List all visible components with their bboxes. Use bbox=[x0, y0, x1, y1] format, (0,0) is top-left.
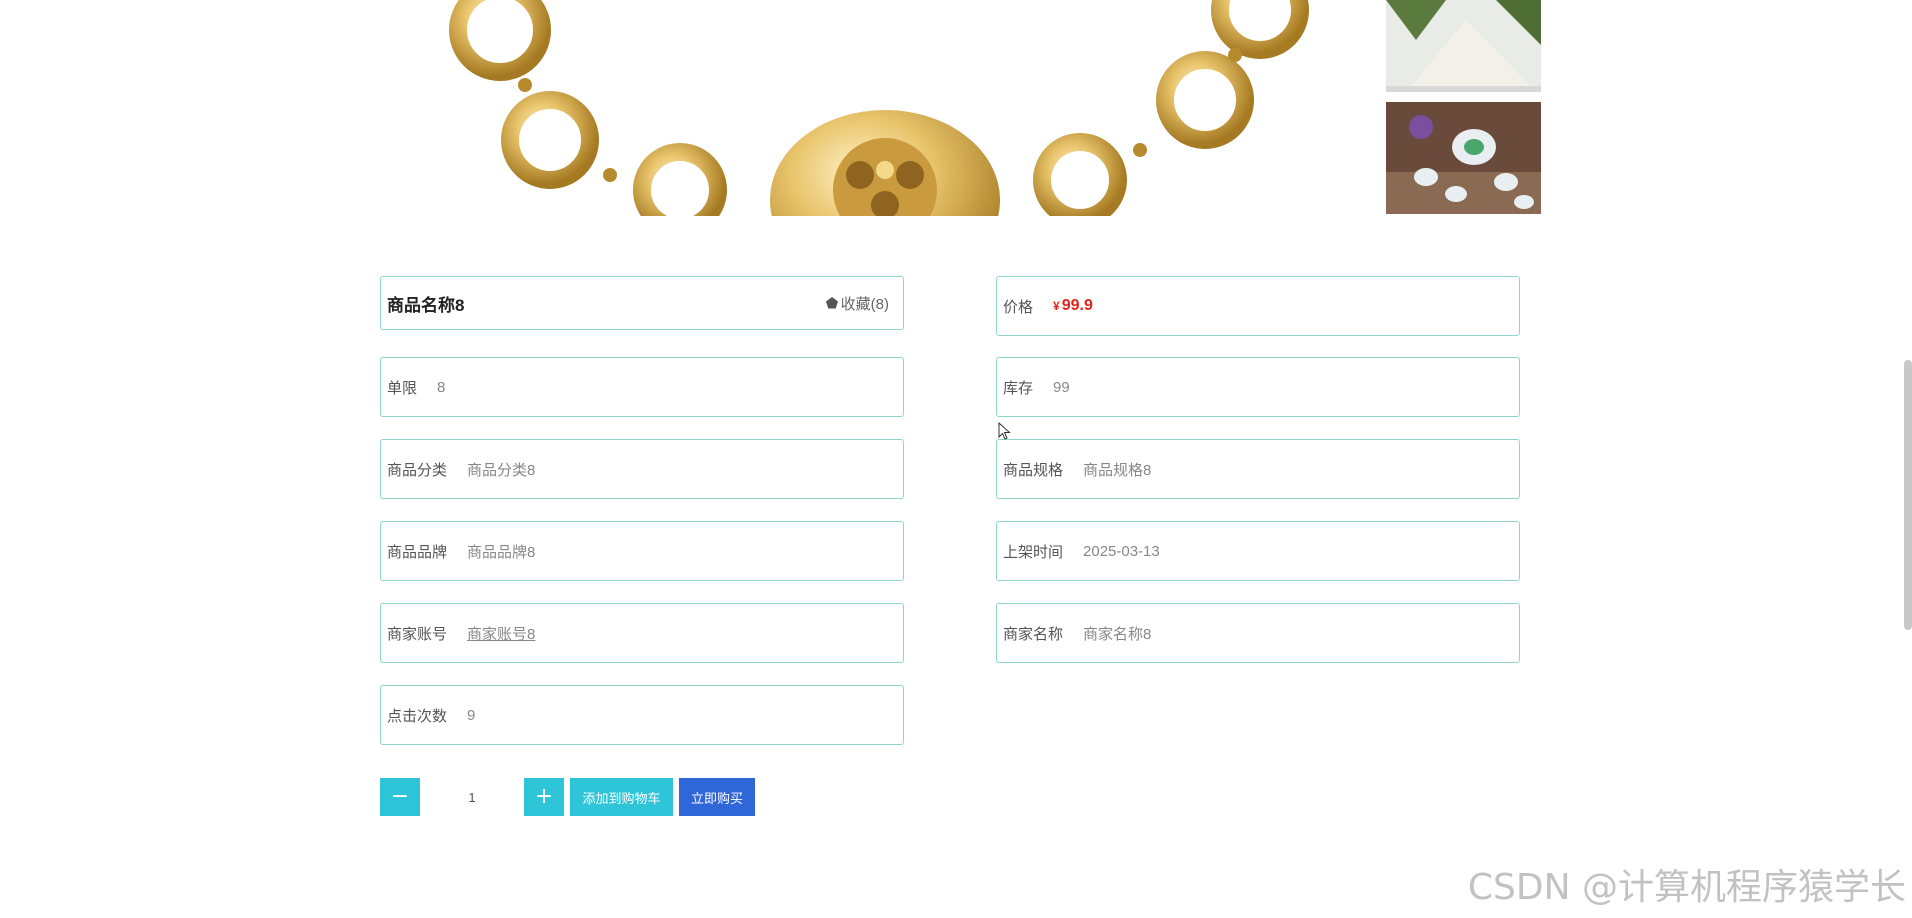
product-title-card: 商品名称8 收藏(8) bbox=[380, 276, 904, 330]
brand-card: 商品品牌 商品品牌8 bbox=[380, 521, 904, 581]
spec-value: 商品规格8 bbox=[1083, 461, 1152, 479]
category-label: 商品分类 bbox=[387, 461, 448, 479]
price-card: 价格 ¥99.9 bbox=[996, 276, 1520, 336]
favorite-label: 收藏(8) bbox=[840, 295, 889, 313]
bracelet-image bbox=[449, 0, 1309, 216]
limit-value: 8 bbox=[437, 378, 446, 396]
clicks-value: 9 bbox=[467, 706, 476, 724]
product-detail-page: 商品名称8 收藏(8) 价格 ¥99.9 单限 8 库存 99 商品分类 商品分… bbox=[0, 0, 1912, 918]
buy-now-button[interactable]: 立即购买 bbox=[679, 778, 755, 816]
currency-symbol: ¥ bbox=[1053, 299, 1060, 313]
quantity-increase-button[interactable]: + bbox=[524, 778, 564, 816]
merchant-account-label: 商家账号 bbox=[387, 625, 448, 643]
product-name: 商品名称8 bbox=[387, 295, 465, 315]
merchant-account-link[interactable]: 商家账号8 bbox=[467, 623, 535, 644]
merchant-name-card: 商家名称 商家名称8 bbox=[996, 603, 1520, 663]
listed-time-card: 上架时间 2025-03-13 bbox=[996, 521, 1520, 581]
product-main-image bbox=[440, 0, 1340, 216]
listed-time-value: 2025-03-13 bbox=[1083, 542, 1160, 560]
mouse-cursor-icon bbox=[998, 422, 1011, 440]
spec-card: 商品规格 商品规格8 bbox=[996, 439, 1520, 499]
quantity-input[interactable] bbox=[420, 778, 524, 816]
thumbnail-1[interactable] bbox=[1386, 0, 1541, 92]
limit-label: 单限 bbox=[387, 379, 418, 397]
merchant-name-label: 商家名称 bbox=[1003, 625, 1064, 643]
page-scrollbar[interactable] bbox=[1904, 360, 1912, 630]
spec-label: 商品规格 bbox=[1003, 461, 1064, 479]
merchant-name-value: 商家名称8 bbox=[1083, 625, 1152, 643]
watermark: CSDN @计算机程序猿学长 bbox=[1467, 867, 1906, 908]
category-card: 商品分类 商品分类8 bbox=[380, 439, 904, 499]
add-to-cart-button[interactable]: 添加到购物车 bbox=[570, 778, 673, 816]
listed-time-label: 上架时间 bbox=[1003, 543, 1064, 561]
brand-value: 商品品牌8 bbox=[467, 543, 536, 561]
limit-card: 单限 8 bbox=[380, 357, 904, 417]
price-amount: 99.9 bbox=[1061, 297, 1093, 314]
star-icon bbox=[825, 297, 838, 309]
stock-label: 库存 bbox=[1003, 379, 1034, 397]
price-label: 价格 bbox=[1003, 298, 1034, 316]
quantity-decrease-button[interactable]: − bbox=[380, 778, 420, 816]
price-value: ¥99.9 bbox=[1053, 297, 1093, 315]
brand-label: 商品品牌 bbox=[387, 543, 448, 561]
thumbnail-2[interactable] bbox=[1386, 102, 1541, 214]
stock-card: 库存 99 bbox=[996, 357, 1520, 417]
clicks-label: 点击次数 bbox=[387, 707, 448, 725]
clicks-card: 点击次数 9 bbox=[380, 685, 904, 745]
merchant-account-card: 商家账号 商家账号8 bbox=[380, 603, 904, 663]
category-value: 商品分类8 bbox=[467, 461, 536, 479]
purchase-controls: − + 添加到购物车 立即购买 bbox=[380, 778, 755, 816]
favorite-button[interactable]: 收藏(8) bbox=[825, 293, 889, 314]
stock-value: 99 bbox=[1053, 378, 1070, 396]
